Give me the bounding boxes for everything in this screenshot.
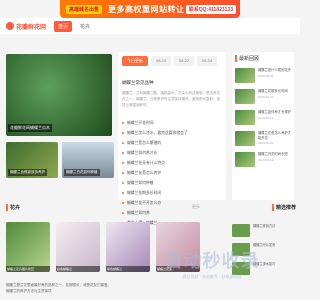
hero-caption: 花瓣鲜花网蝴蝶兰瓜木 <box>8 124 52 132</box>
thumb-caption: 蝴蝶兰白花如何种植 <box>64 169 100 176</box>
pick-item[interactable]: 蝴蝶兰修剪方法 <box>232 224 294 237</box>
date-tabs: 今日更新 08.23 08.22 08.24 <box>122 56 222 66</box>
main-nav: 首页 花卉 <box>54 20 94 32</box>
thumb-card[interactable]: 蝴蝶兰含苞欲放多养护 <box>6 142 58 178</box>
bottom-snippets: 蝴蝶兰是兰花里面最好养的品种之一，花期很长，深受花友们喜爱。 蝴蝶兰的养护方法与… <box>6 282 116 294</box>
section-header: 花卉 更多 精选推荐 <box>6 204 296 211</box>
ad-headline: 更多高权重网站转让 <box>108 4 185 14</box>
sidebar-item[interactable]: 蝴蝶兰花苞怎么养护才能开花 2023-08-20 <box>235 131 291 146</box>
card-caption: 蝴蝶兰花束 <box>156 266 200 272</box>
flower-card[interactable]: 蝴蝶兰花束 <box>156 222 200 272</box>
sidebar-thumb <box>235 131 255 146</box>
news-item[interactable]: 蝴蝶兰花朵有什么特点 <box>122 158 222 168</box>
pick-thumb <box>232 224 250 237</box>
pick-item[interactable]: 蝴蝶兰浇水技巧 <box>232 262 294 275</box>
news-item[interactable]: 蝴蝶兰开花时间 <box>122 118 222 128</box>
news-panel: 今日更新 08.23 08.22 08.24 蝴蝶兰常见品种 蝴蝶兰，兰科蝴蝶兰… <box>118 52 226 225</box>
flower-card[interactable]: 紫色蝴蝶兰 <box>106 222 150 272</box>
sidebar-item-date: 2023-08-21 <box>258 94 274 99</box>
sidebar-item[interactable]: 蝴蝶兰开花时间长短 2023-08-19 <box>235 152 291 167</box>
recent-sidebar: 最新回顾 蝴蝶兰是什么属的花卉 2023-08-22 蝴蝶兰花期多长时间 2023-… <box>232 52 294 200</box>
site-logo[interactable]: 花瓣鲜花网 <box>6 22 46 31</box>
nav-home[interactable]: 首页 <box>54 20 73 32</box>
flower-grid: 蝴蝶兰花卉图片欣赏 白色蝴蝶兰 紫色蝴蝶兰 蝴蝶兰花束 <box>6 222 200 272</box>
thumb-caption: 蝴蝶兰含苞欲放多养护 <box>8 169 47 176</box>
pick-title: 蝴蝶兰叶片发黄 <box>253 243 276 247</box>
news-item[interactable]: 蝴蝶兰花苞怎么养护 <box>122 168 222 178</box>
flower-card[interactable]: 白色蝴蝶兰 <box>56 222 100 272</box>
sidebar-item-date: 2023-08-22 <box>258 73 274 78</box>
sidebar-item[interactable]: 蝴蝶兰是什么属的花卉 2023-08-22 <box>235 68 291 83</box>
sidebar-item[interactable]: 蝴蝶兰花期多长时间 2023-08-21 <box>235 89 291 104</box>
sidebar-thumb <box>235 110 255 125</box>
sidebar-item-title: 蝴蝶兰是什么属的花卉 <box>258 68 291 72</box>
sidebar-item-date: 2023-08-21 <box>258 115 274 120</box>
pick-title: 蝴蝶兰浇水技巧 <box>253 262 276 266</box>
flower-card[interactable]: 蝴蝶兰花卉图片欣赏 <box>6 222 50 272</box>
picks-list: 蝴蝶兰修剪方法 蝴蝶兰叶片发黄 蝴蝶兰浇水技巧 <box>232 218 294 275</box>
nav-flowers[interactable]: 花卉 <box>76 21 94 32</box>
news-item[interactable]: 蝴蝶兰如何种植 <box>122 178 222 188</box>
tab-date[interactable]: 08.24 <box>197 56 218 66</box>
section-title-flowers: 花卉 <box>6 204 20 211</box>
ad-tag: 高端域名出售 <box>66 4 103 14</box>
sidebar-item[interactable]: 蝴蝶兰如何养才长得好 2023-08-21 <box>235 110 291 125</box>
sidebar-item-title: 蝴蝶兰花苞怎么养护才能开花 <box>258 131 291 140</box>
sidebar-item-title: 蝴蝶兰花期多长时间 <box>258 89 288 93</box>
card-caption: 紫色蝴蝶兰 <box>106 266 150 272</box>
site-name: 花瓣鲜花网 <box>16 24 47 31</box>
pick-thumb <box>232 243 250 256</box>
sidebar-item-date: 2023-08-19 <box>258 157 274 162</box>
snippet-line[interactable]: 蝴蝶兰的养护方法与注意事项 <box>6 288 116 294</box>
news-summary: 蝴蝶兰，兰科蝴蝶兰属，植株高大，花朵大而且艳丽，是名贵花卉之一。蝴蝶兰，日常养护… <box>122 91 220 107</box>
sidebar-thumb <box>235 89 255 104</box>
news-item[interactable]: 蝴蝶兰怎么浇水，看完这篇你就会了 <box>122 128 222 138</box>
ad-banner[interactable]: 高端域名出售 更多高权重网站转让 联系QQ:411823133 <box>60 0 240 18</box>
tab-date[interactable]: 08.23 <box>151 56 172 66</box>
more-link[interactable]: 更多 <box>192 204 200 211</box>
ad-contact[interactable]: 联系QQ:411823133 <box>185 4 236 14</box>
pick-thumb <box>232 262 250 275</box>
tab-today[interactable]: 今日更新 <box>122 56 148 66</box>
card-caption: 蝴蝶兰花卉图片欣赏 <box>6 266 50 272</box>
sidebar-item-title: 蝴蝶兰开花时间长短 <box>258 152 288 156</box>
news-headline[interactable]: 蝴蝶兰常见品种 <box>122 80 222 86</box>
sidebar-item-date: 2023-08-20 <box>258 141 274 145</box>
hero-image[interactable]: 花瓣鲜花网蝴蝶兰瓜木 <box>6 54 112 136</box>
card-caption: 白色蝴蝶兰 <box>56 266 100 272</box>
pick-title: 蝴蝶兰修剪方法 <box>253 224 276 228</box>
thumb-card[interactable]: 蝴蝶兰白花如何种植 <box>62 142 114 178</box>
pick-item[interactable]: 蝴蝶兰叶片发黄 <box>232 243 294 256</box>
sidebar-item-title: 蝴蝶兰如何养才长得好 <box>258 110 291 114</box>
news-list: 蝴蝶兰开花时间 蝴蝶兰怎么浇水，看完这篇你就会了 蝴蝶兰是怎么繁殖的 蝴蝶兰如何… <box>122 118 222 228</box>
sidebar-thumb <box>235 152 255 167</box>
sidebar-thumb <box>235 68 255 83</box>
news-item[interactable]: 蝴蝶兰如何养才长 <box>122 148 222 158</box>
section-title-picks: 精选推荐 <box>271 204 296 211</box>
flower-logo-icon <box>6 22 14 30</box>
news-item[interactable]: 蝴蝶兰花期多长时间 <box>122 188 222 198</box>
tab-date[interactable]: 08.22 <box>174 56 195 66</box>
sidebar-title: 最新回顾 <box>235 55 291 62</box>
site-header: 花瓣鲜花网 首页 花卉 <box>0 18 300 34</box>
news-item[interactable]: 蝴蝶兰是怎么繁殖的 <box>122 138 222 148</box>
